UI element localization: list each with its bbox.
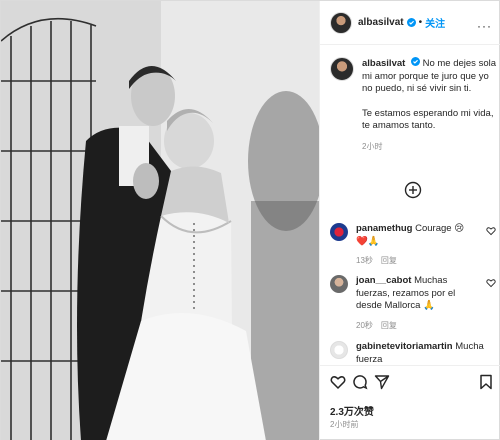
comment-item: gabinetevitoriamartin Mucha fuerza xyxy=(330,341,496,366)
reply-button[interactable]: 回复 xyxy=(381,256,397,265)
caption-timestamp: 2小时 xyxy=(362,141,383,151)
comment-meta: 13秒 回复 xyxy=(356,255,474,268)
commenter-username[interactable]: joan__cabot xyxy=(356,275,411,286)
caption-paragraph-2: Te estamos esperando mi vida, te amamos … xyxy=(362,107,494,132)
verified-badge-icon xyxy=(410,57,420,66)
paper-plane-icon[interactable] xyxy=(374,374,390,390)
commenter-avatar[interactable] xyxy=(330,223,348,241)
comment-body: joan__cabot Muchas fuerzas, rezamos por … xyxy=(356,275,474,332)
more-options-icon[interactable]: ··· xyxy=(477,19,492,33)
commenter-username[interactable]: gabinetevitoriamartin xyxy=(356,341,453,352)
verified-badge-icon xyxy=(406,18,416,27)
bookmark-icon[interactable] xyxy=(478,374,494,390)
post-header: albasilvat • 关注 ··· xyxy=(320,1,500,45)
commenter-username[interactable]: panamethug xyxy=(356,223,412,234)
comment-body: panamethug Courage 😢❤️🙏 13秒 回复 xyxy=(356,223,474,268)
comment-meta: 20秒 回复 xyxy=(356,320,474,333)
caption-author-avatar[interactable] xyxy=(330,57,354,81)
post-photo[interactable] xyxy=(1,1,319,440)
commenter-avatar[interactable] xyxy=(330,341,348,359)
follow-button[interactable]: 关注 xyxy=(425,15,445,30)
plus-circle-icon[interactable] xyxy=(404,181,422,199)
comment-time: 13秒 xyxy=(356,256,373,265)
commenter-avatar[interactable] xyxy=(330,275,348,293)
comment-item: panamethug Courage 😢❤️🙏 13秒 回复 xyxy=(330,223,496,268)
like-count[interactable]: 2.3万次赞 xyxy=(330,403,374,418)
comment-like-icon[interactable] xyxy=(486,226,496,236)
comment-item: joan__cabot Muchas fuerzas, rezamos por … xyxy=(330,275,496,332)
photo-illustration xyxy=(1,1,319,440)
separator-dot: • xyxy=(418,17,423,28)
post-caption: albasilvat No me dejes sola mi amor porq… xyxy=(330,57,496,153)
post-actions-bar xyxy=(320,365,500,393)
author-username[interactable]: albasilvat xyxy=(358,17,404,28)
comment-icon[interactable] xyxy=(352,374,368,390)
caption-text-block: albasilvat No me dejes sola mi amor porq… xyxy=(362,57,496,153)
caption-username[interactable]: albasilvat xyxy=(362,58,405,69)
comment-time: 20秒 xyxy=(356,320,373,330)
author-avatar[interactable] xyxy=(330,11,352,34)
reply-button[interactable]: 回复 xyxy=(381,321,397,330)
instagram-post-modal: albasilvat • 关注 ··· albasilvat No me dej… xyxy=(0,0,500,440)
post-sidebar: albasilvat • 关注 ··· albasilvat No me dej… xyxy=(319,1,500,440)
comment-like-icon[interactable] xyxy=(486,278,496,288)
heart-icon[interactable] xyxy=(330,374,346,390)
post-timestamp: 2小时前 xyxy=(330,420,359,429)
comment-body: gabinetevitoriamartin Mucha fuerza xyxy=(356,341,496,366)
